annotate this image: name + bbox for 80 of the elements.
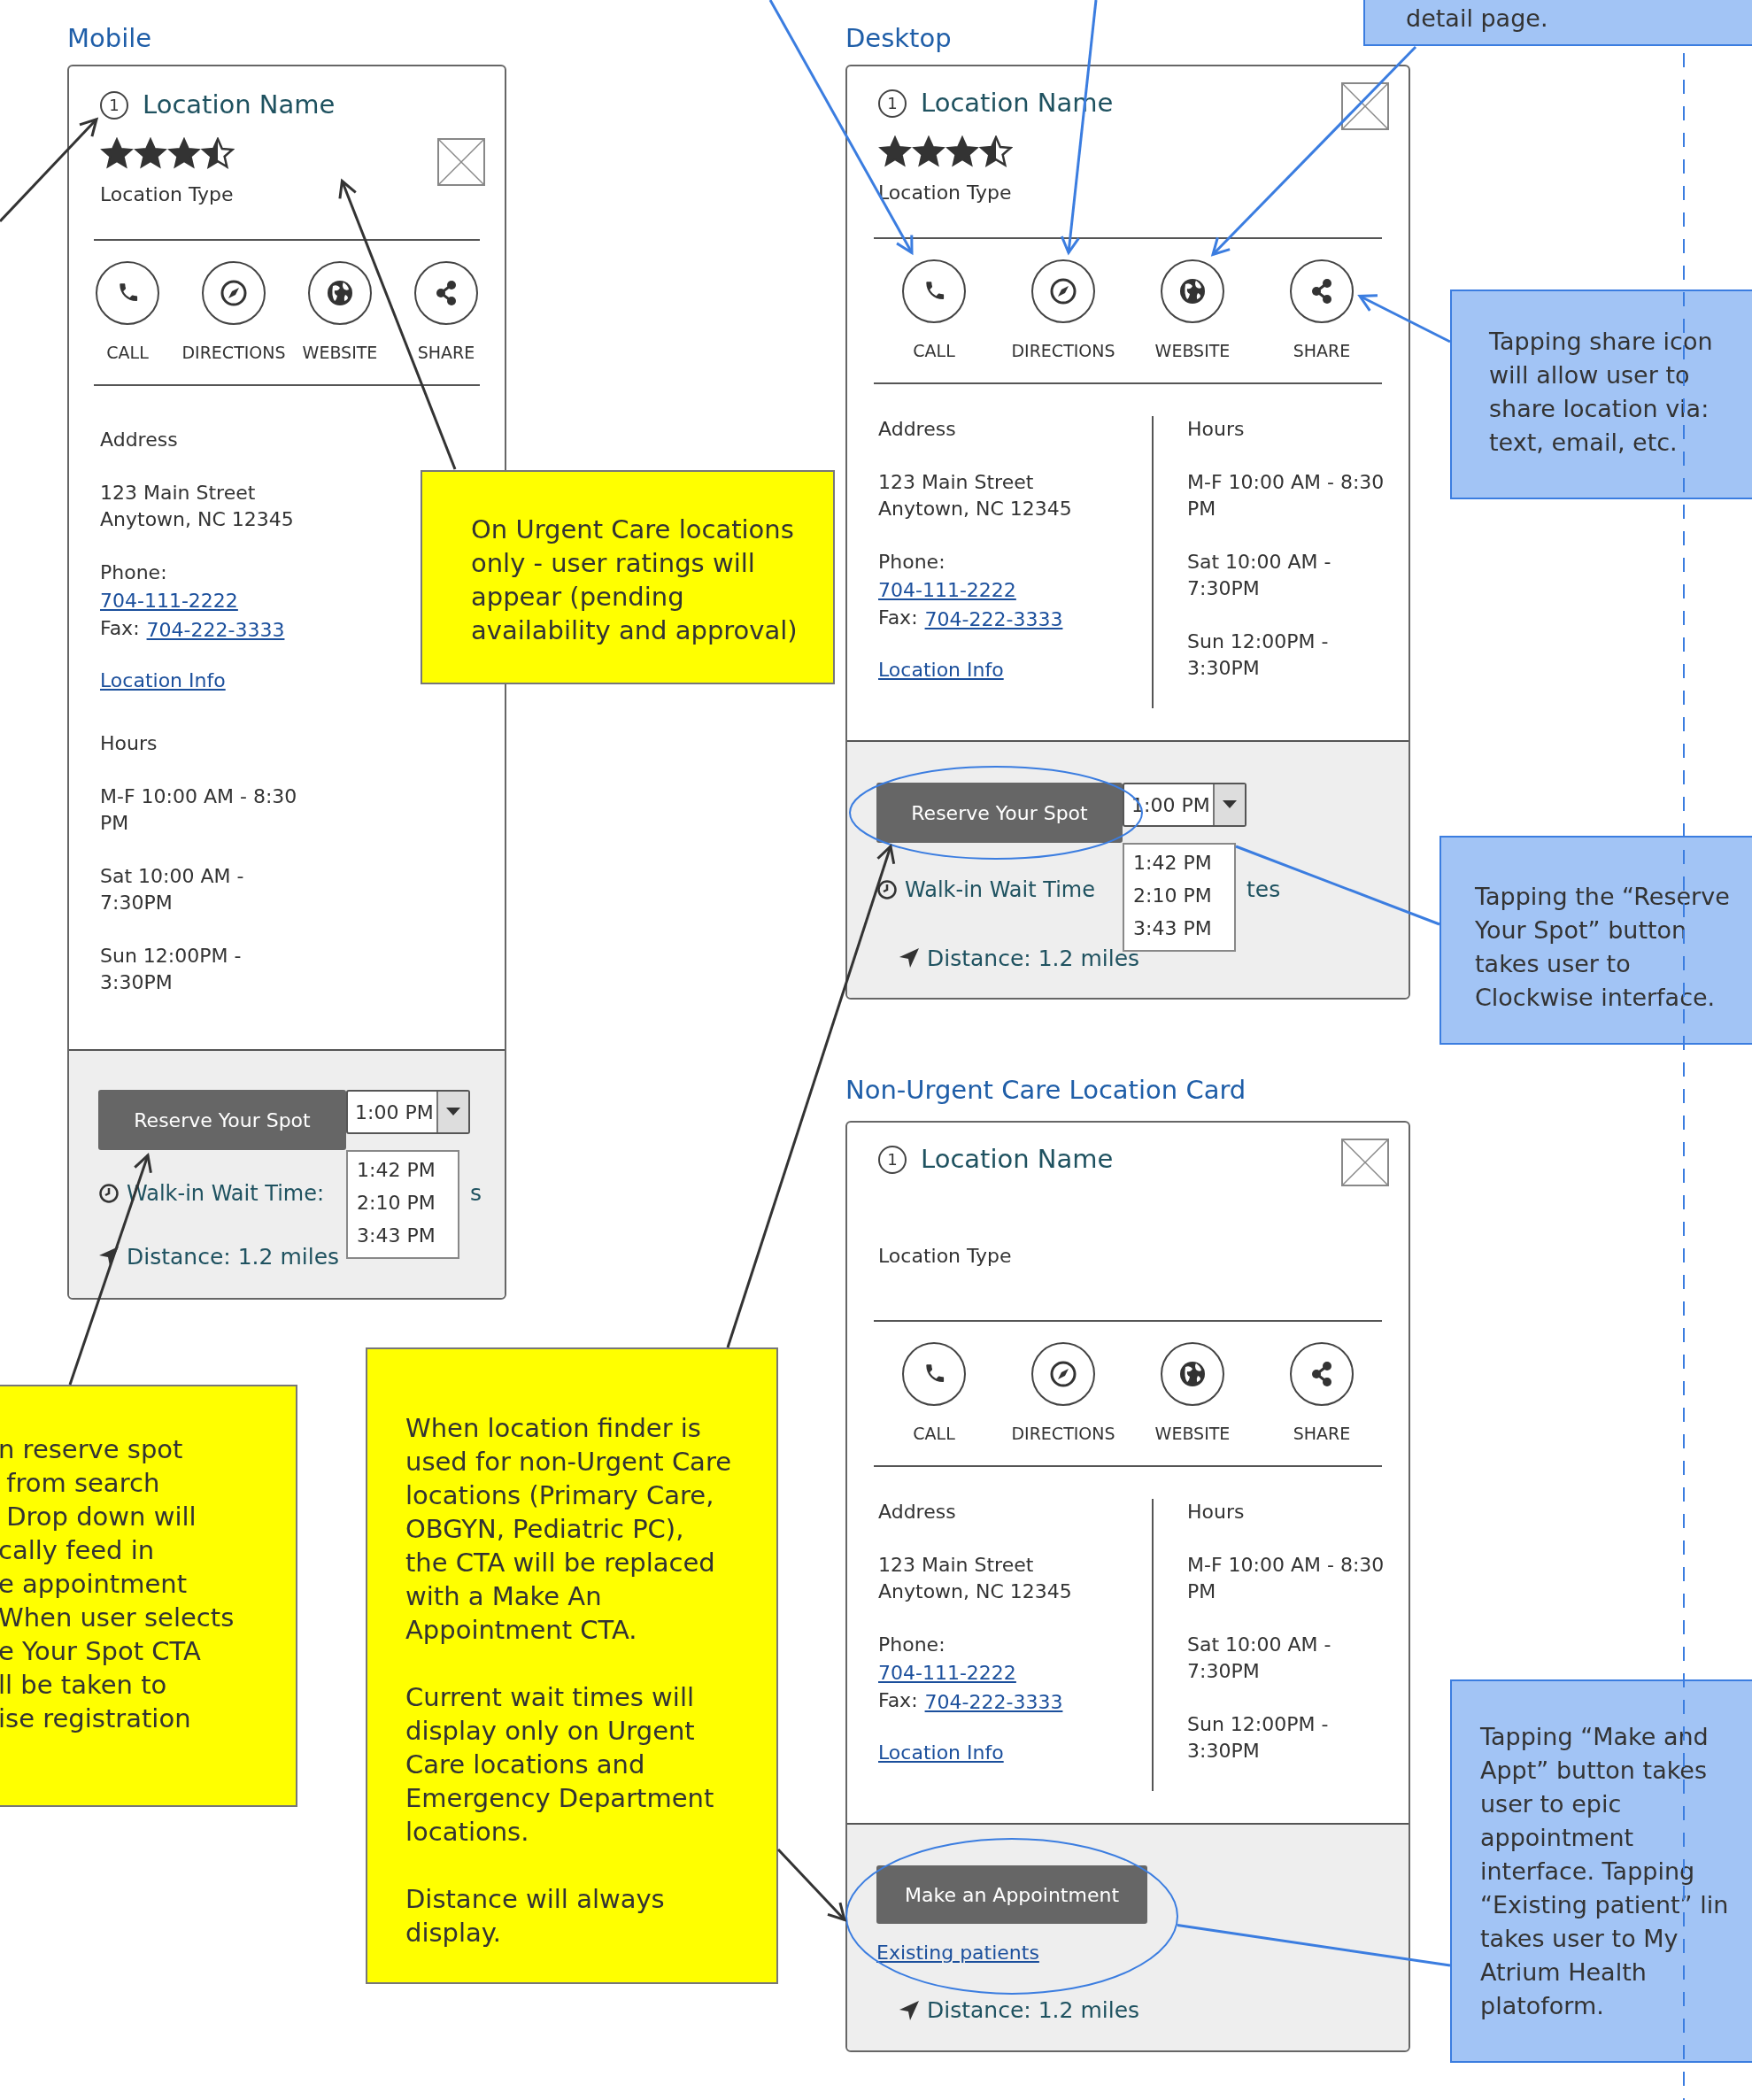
fax-link[interactable]: 704-222-3333 <box>924 605 1063 634</box>
action-label[interactable]: CALL <box>913 337 955 363</box>
hours-text: M-F 10:00 AM - 8:30 PM <box>1187 470 1385 521</box>
hours-text: Sat 10:00 AM - 7:30PM <box>1187 550 1332 601</box>
reserve-button[interactable]: Reserve Your Spot <box>876 783 1123 843</box>
time-option[interactable]: 2:10 PM <box>357 1186 458 1219</box>
time-dropdown[interactable]: 1:00 PM <box>346 1090 470 1134</box>
location-name: Location Name <box>143 89 336 121</box>
field-label: Fax: <box>878 606 918 630</box>
reserve-button[interactable]: Reserve Your Spot <box>98 1090 346 1150</box>
action-label[interactable]: DIRECTIONS <box>1011 1420 1115 1446</box>
hours-text: M-F 10:00 AM - 8:30 PM <box>100 784 298 836</box>
action-label[interactable]: WEBSITE <box>1154 337 1231 363</box>
address-text: 123 Main Street Anytown, NC 12345 <box>100 481 295 532</box>
wait-time-text: tes <box>1246 876 1281 904</box>
action-label[interactable]: WEBSITE <box>302 339 378 365</box>
location-type: Location Type <box>878 1243 1013 1269</box>
distance-text: Distance: 1.2 miles <box>127 1242 340 1271</box>
hours-text: Sun 12:00PM - 3:30PM <box>100 944 243 995</box>
action-label[interactable]: SHARE <box>1293 337 1351 363</box>
hours-text: Sat 10:00 AM - 7:30PM <box>100 864 245 915</box>
distance-text: Distance: 1.2 miles <box>927 1996 1140 2025</box>
time-option[interactable]: 2:10 PM <box>1133 879 1234 912</box>
existing-patients-link[interactable]: Existing patients <box>876 1938 1039 1967</box>
location-type: Location Type <box>878 180 1013 205</box>
action-label[interactable]: DIRECTIONS <box>181 339 286 365</box>
section-heading: Desktop <box>845 22 952 55</box>
field-label: Phone: <box>878 1633 946 1657</box>
location-info-link[interactable]: Location Info <box>878 1738 1004 1767</box>
phone-link[interactable]: 704-111-2222 <box>878 575 1016 605</box>
section-label: Hours <box>1187 1500 1246 1525</box>
section-label: Hours <box>1187 417 1246 442</box>
note-text: detail page. <box>1406 4 1549 34</box>
action-label[interactable]: DIRECTIONS <box>1011 337 1115 363</box>
note-text: Tapping “Make and Appt” button takes user to epic appointment interface. Tapping “Existing patient” lin takes user to My Atrium Health platoform. <box>1480 1722 1730 2021</box>
action-label[interactable]: CALL <box>913 1420 955 1446</box>
location-type: Location Type <box>100 181 235 207</box>
number-marker: 1 <box>100 90 128 120</box>
fax-link[interactable]: 704-222-3333 <box>146 615 285 645</box>
phone-link[interactable]: 704-111-2222 <box>100 586 238 615</box>
section-heading: Mobile <box>67 22 152 55</box>
location-name: Location Name <box>921 1143 1114 1176</box>
appointment-button[interactable]: Make an Appointment <box>876 1865 1147 1924</box>
action-label[interactable]: SHARE <box>417 339 475 365</box>
hours-text: Sun 12:00PM - 3:30PM <box>1187 629 1330 681</box>
section-label: Address <box>878 1500 957 1525</box>
distance-text: Distance: 1.2 miles <box>927 944 1140 973</box>
action-label[interactable]: CALL <box>106 339 149 365</box>
hours-text: M-F 10:00 AM - 8:30 PM <box>1187 1553 1385 1604</box>
hours-text: Sat 10:00 AM - 7:30PM <box>1187 1633 1332 1684</box>
number-marker: 1 <box>878 89 907 118</box>
field-label: Phone: <box>100 560 168 585</box>
field-label: Fax: <box>878 1688 918 1713</box>
action-label[interactable]: WEBSITE <box>1154 1420 1231 1446</box>
note-text: When location finder is used for non-Urgent Care locations (Primary Care, OBGYN, Pediatric PC), the CTA will be replaced with a Make An Appointment CTA. <box>405 1412 733 1647</box>
number-marker: 1 <box>878 1145 907 1174</box>
hours-text: Sun 12:00PM - 3:30PM <box>1187 1712 1330 1764</box>
field-label: Fax: <box>100 616 140 641</box>
time-option[interactable]: 1:42 PM <box>1133 846 1234 879</box>
wait-time-text: s <box>470 1179 482 1208</box>
location-info-link[interactable]: Location Info <box>100 666 226 695</box>
address-text: 123 Main Street Anytown, NC 12345 <box>878 470 1073 521</box>
section-label: Address <box>100 428 179 452</box>
field-label: Phone: <box>878 550 946 575</box>
address-text: 123 Main Street Anytown, NC 12345 <box>878 1553 1073 1604</box>
note-text: Tapping the “Reserve Your Spot” button takes user to Clockwise interface. <box>1475 882 1731 1013</box>
wait-time-text: Walk-in Wait Time <box>905 876 1095 904</box>
note-text: On Urgent Care locations only - user ratings will appear (pending availability and approval) <box>471 513 799 647</box>
section-heading: Non-Urgent Care Location Card <box>845 1074 1246 1107</box>
section-label: Address <box>878 417 957 442</box>
time-option[interactable]: 3:43 PM <box>357 1219 458 1252</box>
location-info-link[interactable]: Location Info <box>878 655 1004 684</box>
phone-link[interactable]: 704-111-2222 <box>878 1658 1016 1687</box>
time-option[interactable]: 1:42 PM <box>357 1154 458 1186</box>
note-text: Distance will always display. <box>405 1883 666 1949</box>
fax-link[interactable]: 704-222-3333 <box>924 1687 1063 1717</box>
time-option[interactable]: 3:43 PM <box>1133 912 1234 945</box>
action-label[interactable]: SHARE <box>1293 1420 1351 1446</box>
note-text: Current wait times will display only on Urgent Care locations and Emergency Department locations. <box>405 1681 715 1849</box>
section-label: Hours <box>100 731 158 756</box>
